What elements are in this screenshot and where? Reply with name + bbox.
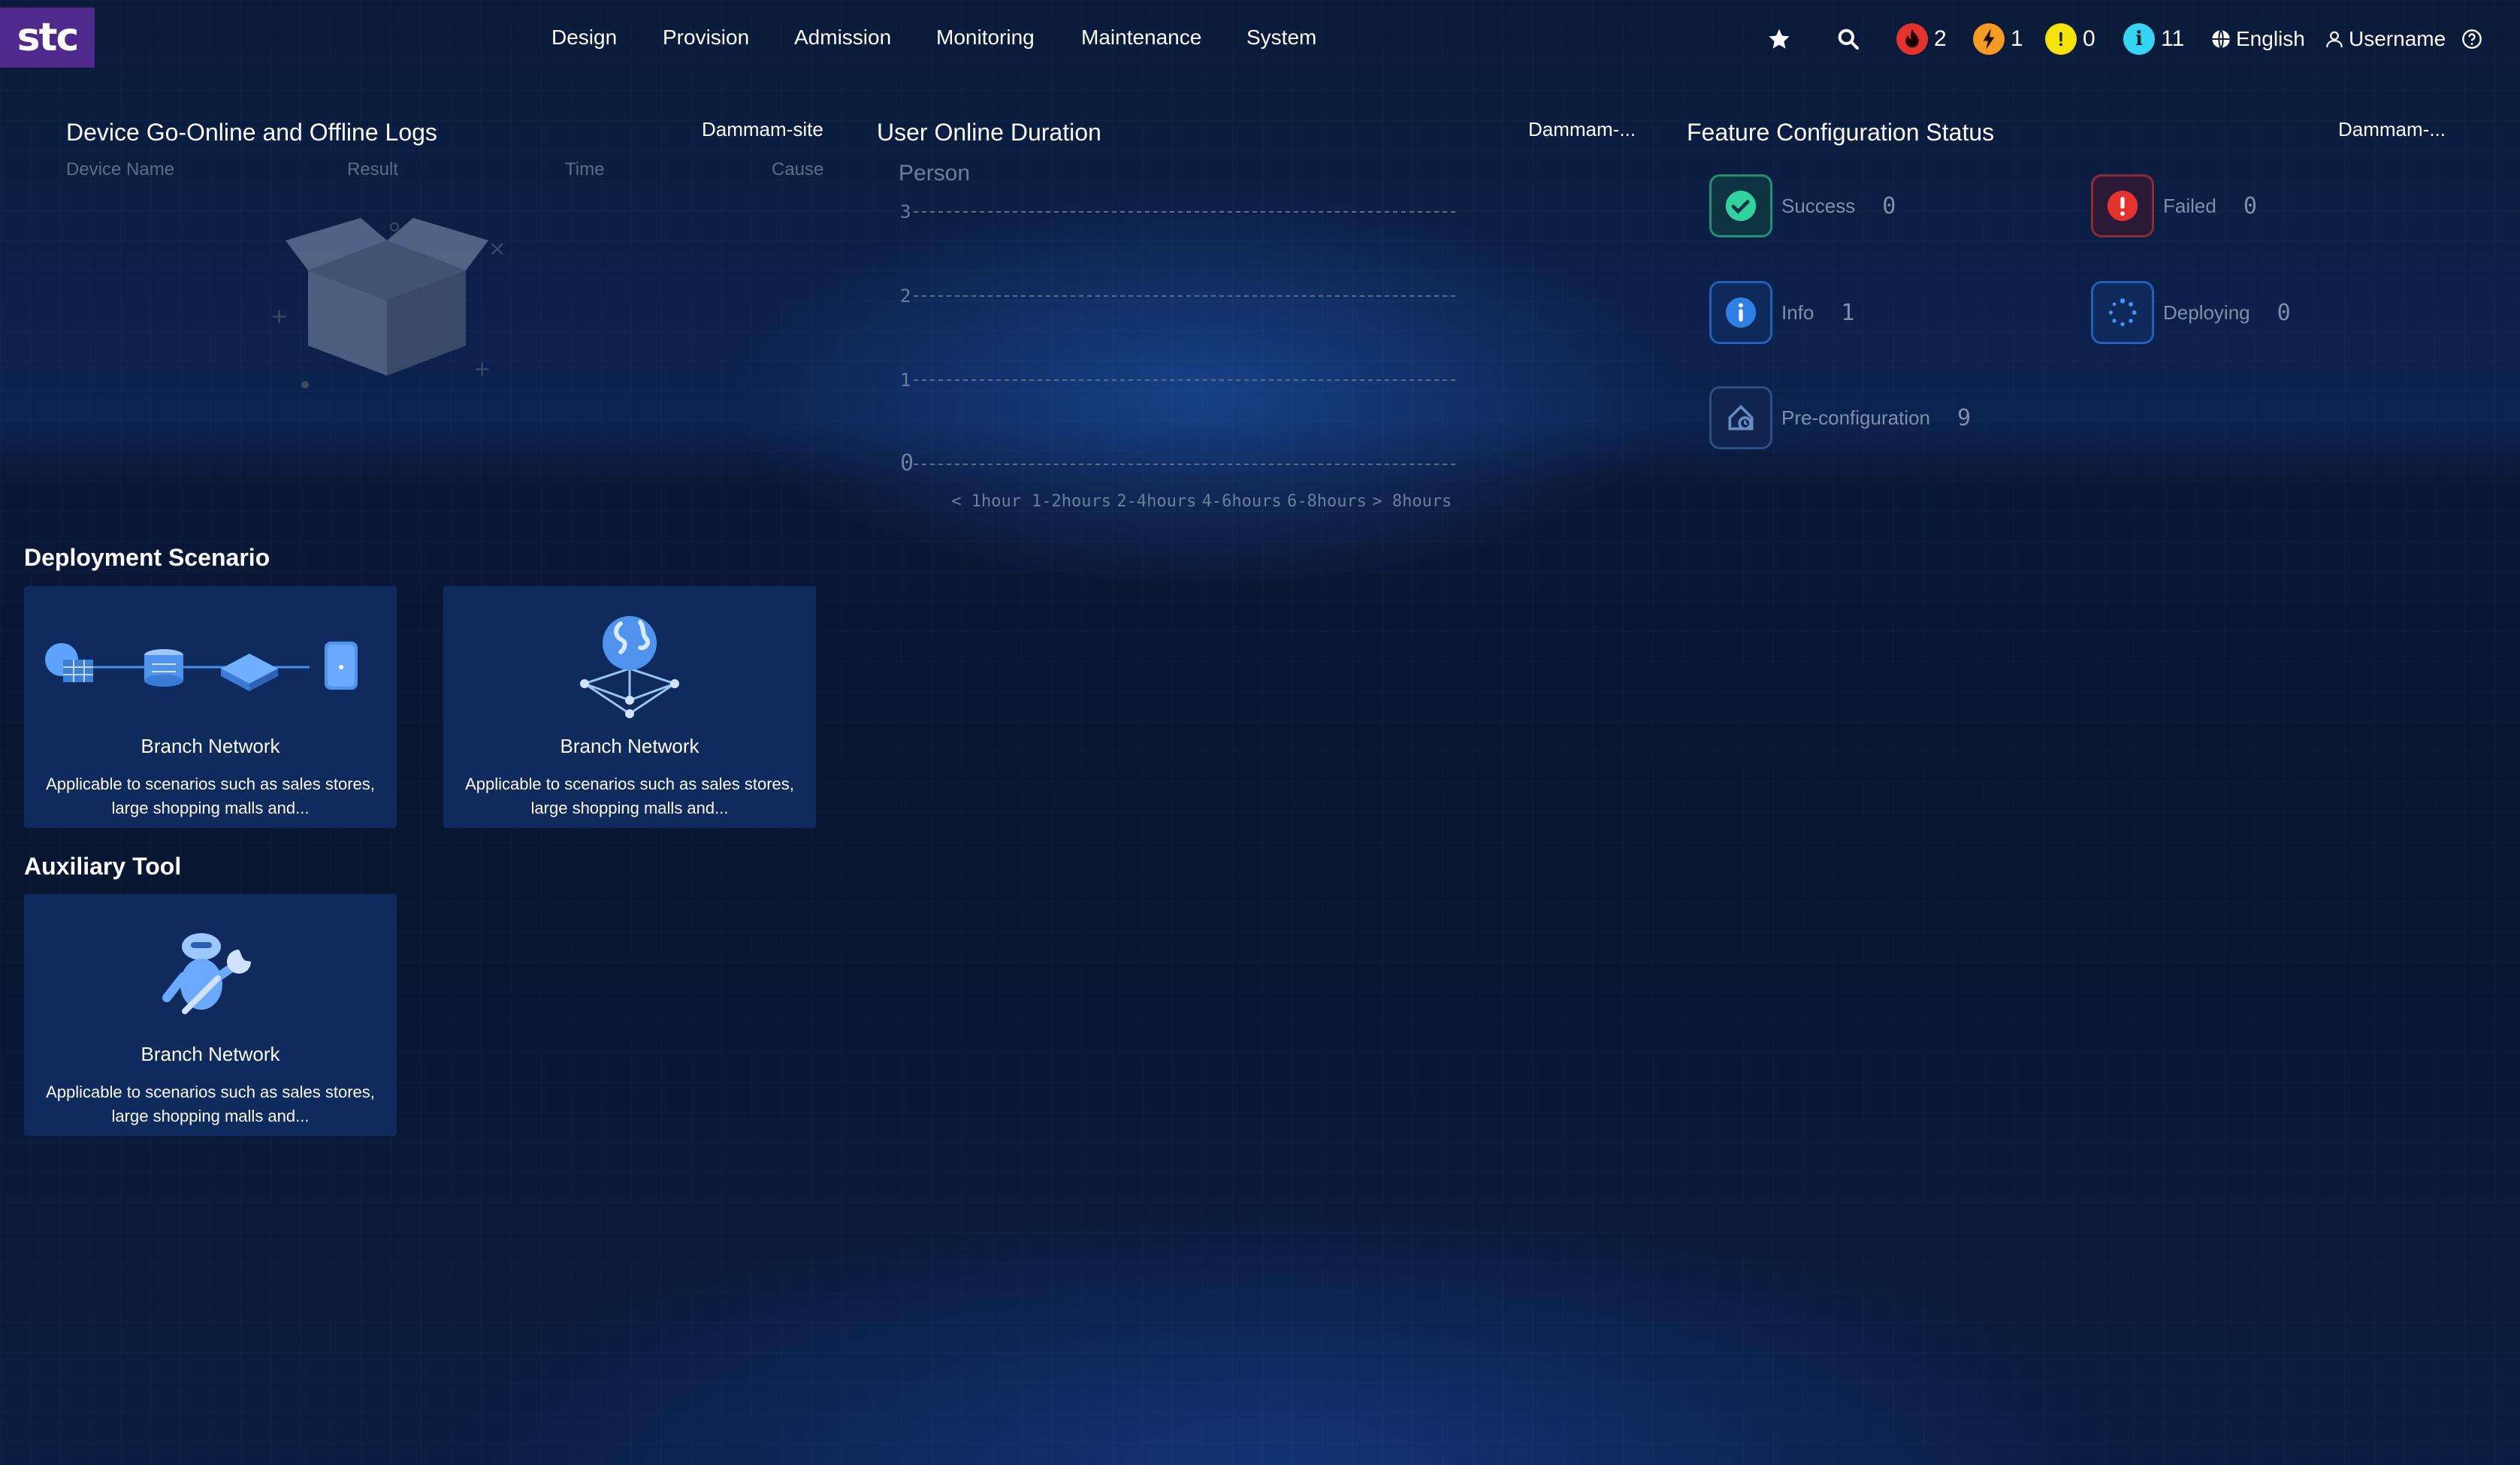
minor-alarm-icon: ! xyxy=(2045,23,2077,55)
chart-x-tick-label: 4-6hours xyxy=(1202,492,1282,511)
pre-configuration-icon xyxy=(1709,386,1772,449)
column-time: Time xyxy=(565,159,605,180)
card-title: Branch Network xyxy=(560,735,699,757)
help-icon[interactable] xyxy=(2461,24,2482,54)
svg-text:×: × xyxy=(488,236,506,261)
failed-alert-icon xyxy=(2091,174,2154,237)
star-icon[interactable] xyxy=(1767,24,1791,54)
nav-design[interactable]: Design xyxy=(551,26,617,50)
column-result: Result xyxy=(347,159,399,180)
language-selector[interactable]: English xyxy=(2210,24,2305,54)
major-alarm-indicator[interactable]: 1 xyxy=(1973,23,2023,55)
deployment-scenario-title: Deployment Scenario xyxy=(24,544,270,571)
critical-alarm-icon xyxy=(1896,23,1928,55)
robot-wrench-icon xyxy=(162,933,251,1014)
critical-alarm-indicator[interactable]: 2 xyxy=(1896,23,1947,55)
logo-text: stc xyxy=(17,15,80,60)
svg-text:+: + xyxy=(473,356,491,381)
online-duration-chart: Person 0 1 2 3 < 1hour 1-2hours 2-4hours 4-6ho… xyxy=(899,161,1458,511)
top-header: stc Design Provision Admission Monitorin… xyxy=(0,0,2520,78)
status-failed[interactable]: Failed 0 xyxy=(2091,174,2257,237)
card-description: Applicable to scenarios such as sales st… xyxy=(46,775,375,817)
auxiliary-tool-title: Auxiliary Tool xyxy=(24,853,182,880)
info-alarm-count: 11 xyxy=(2161,26,2185,51)
device-logs-site-selector[interactable]: Dammam-site xyxy=(702,118,823,141)
chart-x-tick-label: > 8hours xyxy=(1372,492,1452,511)
branch-network-topology-icon xyxy=(45,642,358,691)
chart-x-tick-label: 6-8hours xyxy=(1287,492,1367,511)
switch-device xyxy=(221,654,278,691)
chart-y-tick-label: 3 xyxy=(900,201,911,222)
minor-alarm-indicator[interactable]: ! 0 xyxy=(2045,23,2095,55)
info-alarm-indicator[interactable]: i 11 xyxy=(2123,23,2185,55)
status-info-label: Info xyxy=(1781,301,1814,324)
status-pre-configuration-label: Pre-configuration xyxy=(1781,406,1930,429)
language-label: English xyxy=(2236,27,2305,50)
globe-network-icon xyxy=(580,616,679,718)
device-logs-title: Device Go-Online and Offline Logs xyxy=(66,119,437,146)
card-description: Applicable to scenarios such as sales st… xyxy=(465,775,794,817)
firewall-device xyxy=(45,643,93,682)
success-check-icon xyxy=(1709,174,1772,237)
chart-x-tick-label: 2-4hours xyxy=(1116,492,1196,511)
online-duration-site-selector[interactable]: Dammam-... xyxy=(1528,118,1636,141)
status-deploying-label: Deploying xyxy=(2163,301,2250,324)
stc-logo[interactable]: stc xyxy=(0,8,95,68)
card-title: Branch Network xyxy=(141,1043,280,1065)
chart-x-tick-label: < 1hour xyxy=(951,492,1021,511)
critical-alarm-count: 2 xyxy=(1934,26,1947,51)
card-description: Applicable to scenarios such as sales st… xyxy=(46,1083,375,1125)
user-menu[interactable]: Username xyxy=(2325,24,2446,54)
globe-icon xyxy=(2212,29,2230,49)
nav-admission[interactable]: Admission xyxy=(794,26,891,50)
chart-x-tick-label: 1-2hours xyxy=(1032,492,1111,511)
chart-y-tick-label: 2 xyxy=(900,285,911,307)
user-icon xyxy=(2326,31,2343,47)
column-device-name: Device Name xyxy=(66,159,175,180)
status-success-count: 0 xyxy=(1882,192,1896,219)
username-label: Username xyxy=(2349,27,2446,50)
major-alarm-count: 1 xyxy=(2011,26,2023,51)
svg-text:+: + xyxy=(270,304,288,328)
nav-system[interactable]: System xyxy=(1246,26,1316,50)
status-failed-count: 0 xyxy=(2243,192,2257,219)
info-alarm-icon: i xyxy=(2123,23,2155,55)
status-failed-label: Failed xyxy=(2163,194,2216,217)
search-icon[interactable] xyxy=(1836,24,1860,54)
info-circle-icon xyxy=(1709,281,1772,344)
minor-alarm-count: 0 xyxy=(2083,26,2095,51)
feature-config-title: Feature Configuration Status xyxy=(1687,119,1995,146)
status-success[interactable]: Success 0 xyxy=(1709,174,1896,237)
card-title: Branch Network xyxy=(141,735,280,757)
router-device xyxy=(144,649,183,687)
online-duration-title: User Online Duration xyxy=(877,119,1101,146)
deployment-card-branch-network-2[interactable]: Branch Network Applicable to scenarios s… xyxy=(443,586,816,828)
status-pre-configuration[interactable]: Pre-configuration 9 xyxy=(1709,386,1971,449)
nav-maintenance[interactable]: Maintenance xyxy=(1081,26,1201,50)
status-info-count: 1 xyxy=(1841,299,1855,326)
chart-y-axis-label: Person xyxy=(899,161,970,186)
deployment-card-branch-network[interactable]: Branch Network Applicable to scenarios s… xyxy=(24,586,397,828)
chart-y-tick-label: 1 xyxy=(900,370,911,391)
major-alarm-icon xyxy=(1973,23,2005,55)
access-point-device xyxy=(325,642,358,690)
chart-y-tick-label: 0 xyxy=(900,450,914,476)
status-deploying-count: 0 xyxy=(2277,299,2291,326)
column-cause: Cause xyxy=(772,159,824,180)
auxiliary-card-branch-network[interactable]: Branch Network Applicable to scenarios s… xyxy=(24,894,397,1136)
empty-box-icon: × + + xyxy=(270,218,506,388)
feature-config-site-selector[interactable]: Dammam-... xyxy=(2338,118,2446,141)
deploying-spinner-icon xyxy=(2091,281,2154,344)
status-pre-configuration-count: 9 xyxy=(1957,404,1972,431)
status-success-label: Success xyxy=(1781,194,1856,217)
status-deploying[interactable]: Deploying 0 xyxy=(2091,281,2291,344)
nav-provision[interactable]: Provision xyxy=(663,26,749,50)
status-info[interactable]: Info 1 xyxy=(1709,281,1854,344)
nav-monitoring[interactable]: Monitoring xyxy=(936,26,1035,50)
